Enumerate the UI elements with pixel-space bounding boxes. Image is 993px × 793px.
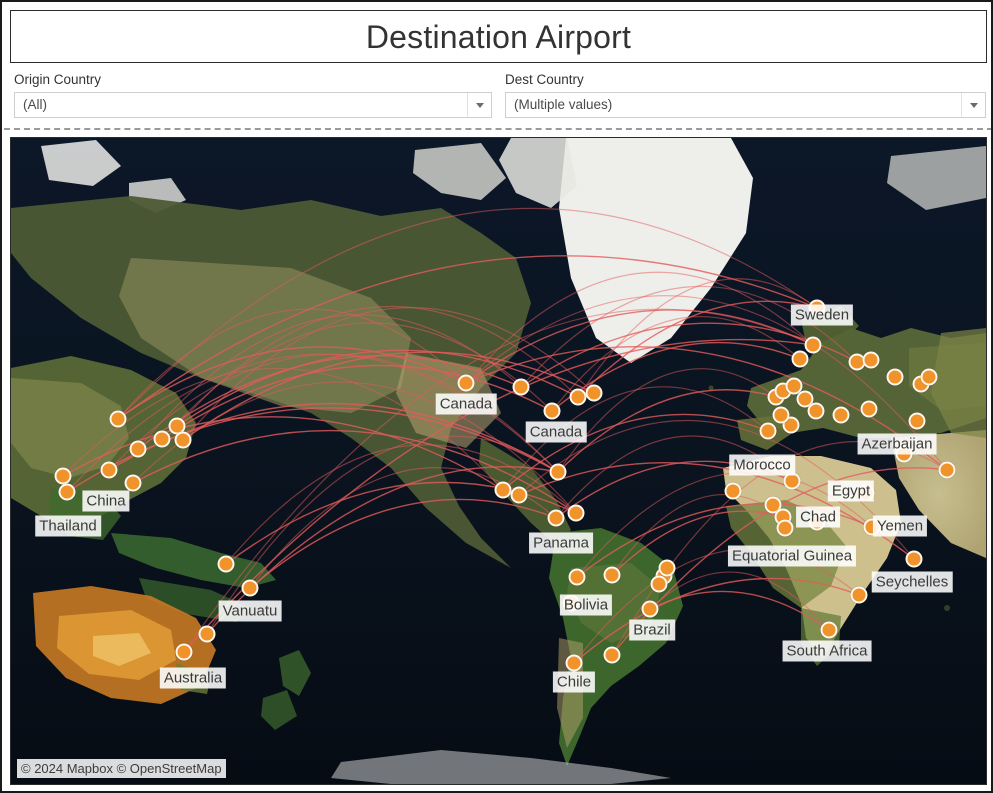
country-label: Canada: [525, 421, 587, 443]
country-label: Bolivia: [559, 594, 613, 616]
country-label: Azerbaijan: [857, 433, 937, 455]
dest-country-value: (Multiple values): [514, 97, 613, 112]
country-label: Canada: [435, 393, 497, 415]
country-label: Egypt: [827, 480, 875, 502]
country-label: Australia: [159, 667, 227, 689]
dest-country-filter: Dest Country (Multiple values): [505, 72, 986, 118]
dashboard-root: Destination Airport Origin Country (All)…: [0, 0, 993, 793]
country-label: Morocco: [729, 454, 795, 476]
country-label: Panama: [529, 532, 593, 554]
country-label: Seychelles: [871, 571, 953, 593]
map-attribution: © 2024 Mapbox © OpenStreetMap: [17, 759, 226, 778]
chevron-down-icon[interactable]: [961, 93, 985, 117]
dashboard-title-container: Destination Airport: [10, 10, 987, 63]
origin-country-label: Origin Country: [14, 72, 102, 87]
map-canvas[interactable]: Canada Canada Panama Bolivia Brazil Chile Chin…: [11, 138, 986, 784]
origin-country-value: (All): [23, 97, 47, 112]
country-label: China: [82, 490, 130, 512]
country-label: Thailand: [35, 515, 101, 537]
country-label: Brazil: [629, 619, 675, 641]
filter-bar: Origin Country (All) Dest Country (Multi…: [4, 65, 991, 130]
country-labels-layer: Canada Canada Panama Bolivia Brazil Chile Chin…: [11, 138, 986, 784]
country-label: Yemen: [872, 515, 928, 537]
dest-country-select[interactable]: (Multiple values): [505, 92, 986, 118]
country-label: Chile: [552, 671, 596, 693]
country-label: Vanuatu: [218, 600, 282, 622]
country-label: Equatorial Guinea: [727, 545, 857, 567]
country-label: South Africa: [782, 640, 872, 662]
caret-glyph: [969, 102, 978, 108]
country-label: Sweden: [790, 304, 854, 326]
map-container[interactable]: Canada Canada Panama Bolivia Brazil Chile Chin…: [10, 137, 987, 785]
origin-country-select[interactable]: (All): [14, 92, 492, 118]
country-label: Chad: [796, 506, 840, 528]
origin-country-filter: Origin Country (All): [14, 72, 492, 118]
page-title: Destination Airport: [365, 18, 632, 55]
caret-glyph: [475, 102, 484, 108]
chevron-down-icon[interactable]: [467, 93, 491, 117]
dest-country-label: Dest Country: [505, 72, 584, 87]
